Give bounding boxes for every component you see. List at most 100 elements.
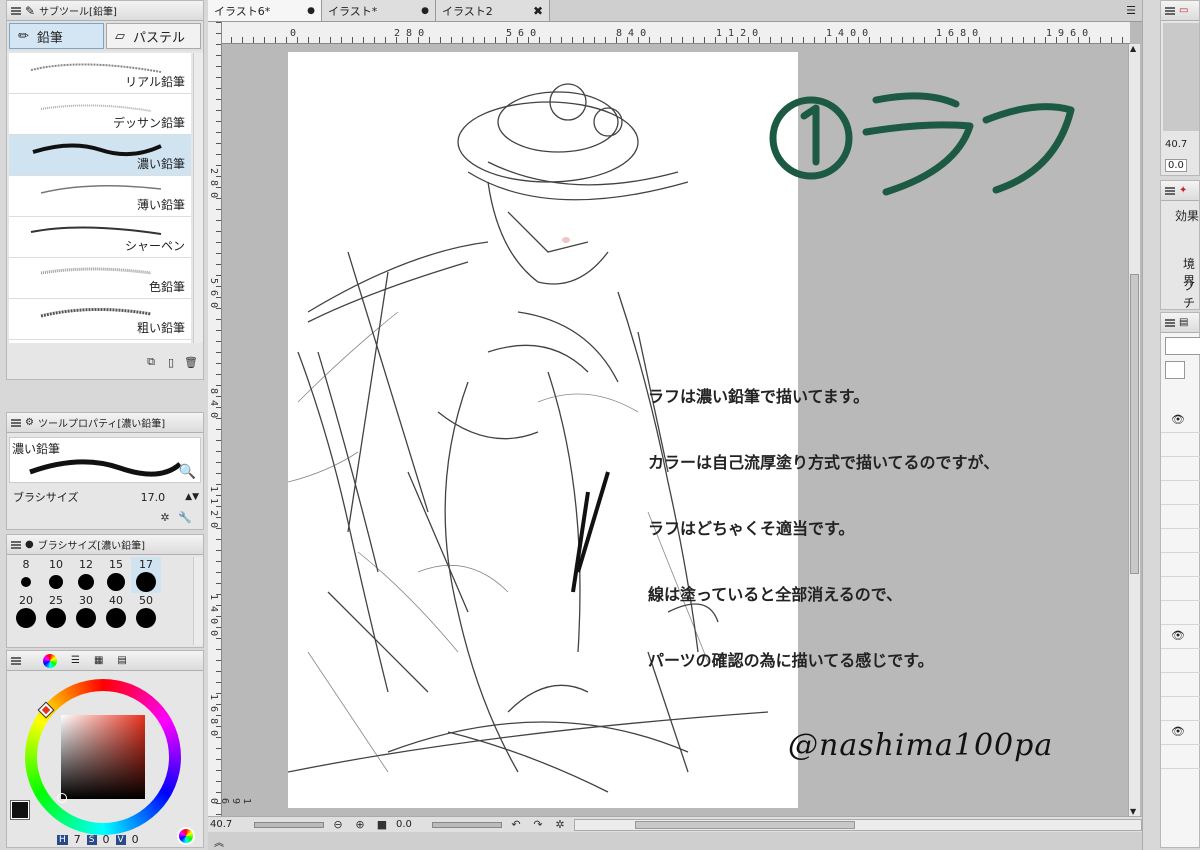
size-swatch[interactable] (131, 571, 161, 593)
brush-size-spinner[interactable]: ▲▼ (185, 492, 199, 502)
brush-item-mechanical-pencil[interactable]: シャーペン (9, 217, 191, 258)
size-label: 25 (49, 593, 63, 607)
new-subtool-icon[interactable]: ▯ (163, 354, 179, 370)
v-value[interactable]: 0 (132, 833, 139, 846)
rotate-left-icon[interactable]: ↶ (508, 817, 524, 833)
scroll-down-icon[interactable]: ▼ (1130, 807, 1136, 816)
navigator-header: ▭ (1161, 1, 1199, 21)
brush-item-colored-pencil[interactable]: 色鉛筆 (9, 258, 191, 299)
brush-size-value[interactable]: 17.0 (141, 491, 166, 504)
panel-menu-icon[interactable] (11, 6, 21, 15)
panel-menu-icon[interactable] (1165, 6, 1175, 15)
tab-menu-icon[interactable]: ☰ (1120, 0, 1142, 21)
layer-row[interactable] (1161, 433, 1200, 457)
canvas-vscrollbar[interactable]: ▲ ▼ (1128, 44, 1140, 816)
brushsize-grid: 8 10 12 15 17 20 25 30 40 50 (11, 557, 191, 629)
vscroll-thumb[interactable] (1130, 274, 1139, 574)
h-value[interactable]: 7 (74, 833, 81, 846)
trash-icon[interactable]: 🗑 (183, 354, 199, 370)
fit-window-icon[interactable]: ■ (374, 817, 390, 833)
panel-menu-icon[interactable] (11, 418, 21, 427)
blend-mode-select[interactable] (1165, 337, 1200, 355)
size-swatch[interactable] (41, 571, 71, 593)
size-swatch[interactable] (101, 571, 131, 593)
zoom-value[interactable]: 40.7 (208, 819, 248, 830)
nav-angle-value[interactable]: 0.0 (1165, 159, 1187, 172)
layer-row[interactable] (1161, 553, 1200, 577)
note-line: カラーは自己流厚塗り方式で描いてるのですが、 (648, 453, 1000, 472)
zoom-slider[interactable] (254, 821, 324, 828)
size-swatch[interactable] (71, 571, 101, 593)
magnifier-icon[interactable]: 🔍 (179, 464, 196, 480)
history-tab-icon[interactable]: ▤ (117, 655, 126, 666)
panel-menu-icon[interactable] (1165, 318, 1175, 327)
layer-row[interactable]: 👁 (1161, 625, 1200, 649)
status-bar: 40.7 ⊖ ⊕ ■ 0.0 ↶ ↷ ✲ (208, 816, 1142, 832)
subtool-tab-pastel[interactable]: ▱ パステル (106, 23, 201, 49)
doc-tab-illust2[interactable]: イラスト2 ✖ (436, 0, 550, 21)
layer-row[interactable] (1161, 457, 1200, 481)
size-swatch[interactable] (11, 571, 41, 593)
size-swatch[interactable] (101, 607, 131, 629)
eye-icon[interactable]: 👁 (1171, 629, 1185, 642)
angle-value[interactable]: 0.0 (396, 819, 426, 830)
wrench-icon[interactable]: 🔧 (177, 509, 193, 525)
layer-row[interactable] (1161, 673, 1200, 697)
size-swatch[interactable] (71, 607, 101, 629)
opacity-field[interactable] (1165, 361, 1185, 379)
brush-item-rough-pencil[interactable]: 粗い鉛筆 (9, 299, 191, 340)
doc-tab-illust[interactable]: イラスト* ● (322, 0, 436, 21)
panel-menu-icon[interactable] (11, 540, 21, 549)
zoom-out-icon[interactable]: ⊖ (330, 817, 346, 833)
eye-icon[interactable]: 👁 (1171, 413, 1185, 426)
doc-tab-illust6[interactable]: イラスト6* ● (208, 0, 322, 21)
color-wheel-mini-icon[interactable] (177, 827, 195, 845)
scroll-up-icon[interactable]: ▲ (1130, 44, 1136, 53)
layer-row[interactable] (1161, 649, 1200, 673)
size-swatch[interactable] (131, 607, 161, 629)
nav-zoom-value[interactable]: 40.7 (1165, 139, 1187, 150)
color-square[interactable] (61, 715, 145, 799)
subtool-tab-pencil[interactable]: ✏ 鉛筆 (9, 23, 104, 49)
loading-icon[interactable]: ✲ (157, 509, 173, 525)
copy-subtool-icon[interactable]: ⧉ (143, 354, 159, 370)
layer-row[interactable]: 👁 (1161, 409, 1200, 433)
size-swatch[interactable] (11, 607, 41, 629)
color-set-tab-icon[interactable]: ▦ (94, 655, 103, 666)
layer-row[interactable]: 👁 (1161, 721, 1200, 745)
note-line: ラフは濃い鉛筆で描いてます。 (648, 387, 870, 406)
panel-menu-icon[interactable] (11, 656, 21, 665)
brush-item-light-pencil[interactable]: 薄い鉛筆 (9, 176, 191, 217)
layer-row[interactable] (1161, 577, 1200, 601)
brush-list-scrollbar[interactable] (193, 53, 203, 343)
canvas-hscrollbar[interactable] (574, 818, 1142, 831)
color-wheel[interactable] (25, 679, 181, 835)
doc-tab-label: イラスト2 (442, 4, 493, 18)
panel-menu-icon[interactable] (1165, 186, 1175, 195)
s-value[interactable]: 0 (103, 833, 110, 846)
brush-item-dessin-pencil[interactable]: デッサン鉛筆 (9, 94, 191, 135)
brush-item-real-pencil[interactable]: リアル鉛筆 (9, 53, 191, 94)
close-icon[interactable]: ✖ (533, 4, 543, 18)
layer-row[interactable] (1161, 529, 1200, 553)
rotate-right-icon[interactable]: ↷ (530, 817, 546, 833)
reset-rotation-icon[interactable]: ✲ (552, 817, 568, 833)
layer-row[interactable] (1161, 745, 1200, 769)
eye-icon[interactable]: 👁 (1171, 725, 1185, 738)
hscroll-thumb[interactable] (635, 820, 855, 829)
layer-row[interactable] (1161, 601, 1200, 625)
size-swatch[interactable] (41, 607, 71, 629)
expand-icon[interactable]: ︽ (214, 834, 224, 849)
zoom-in-icon[interactable]: ⊕ (352, 817, 368, 833)
brush-item-dark-pencil[interactable]: 濃い鉛筆 (9, 135, 191, 176)
color-wheel-tab-icon[interactable] (43, 653, 57, 668)
layer-row[interactable] (1161, 481, 1200, 505)
color-slider-tab-icon[interactable]: ☰ (71, 655, 80, 666)
brushsize-scrollbar[interactable] (193, 557, 203, 645)
angle-slider[interactable] (432, 821, 502, 828)
main-color-swatch[interactable] (10, 800, 30, 820)
sv-handle[interactable] (57, 793, 67, 803)
fuchi-label[interactable]: フチ (1183, 277, 1199, 311)
layer-row[interactable] (1161, 697, 1200, 721)
layer-row[interactable] (1161, 505, 1200, 529)
